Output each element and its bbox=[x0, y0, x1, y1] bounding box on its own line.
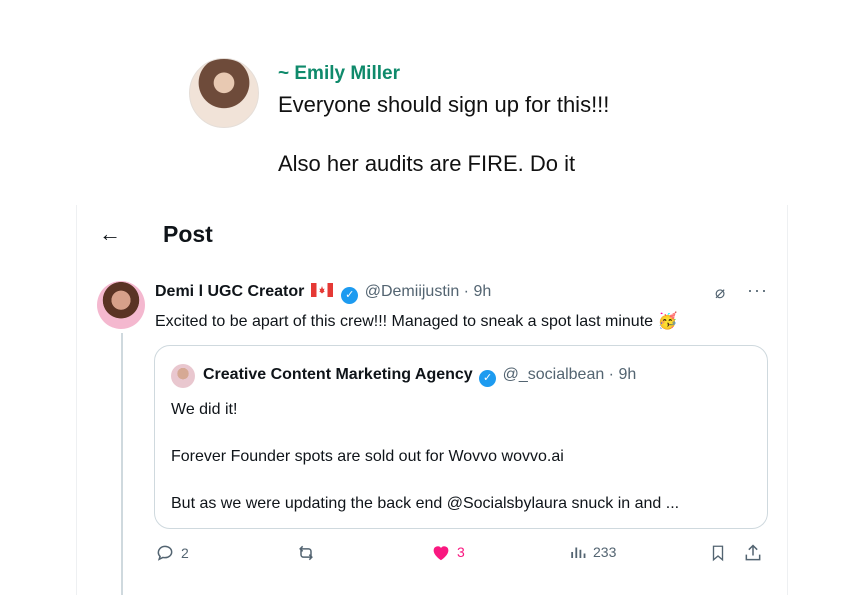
more-icon[interactable]: ··· bbox=[747, 280, 768, 301]
party-emoji-icon: 🥳 bbox=[657, 313, 678, 330]
quoted-tweet-text: We did it! Forever Founder spots are sol… bbox=[171, 398, 761, 515]
views-button[interactable]: 233 bbox=[569, 543, 616, 561]
quoted-author-name: Creative Content Marketing Agency bbox=[203, 366, 473, 383]
tweet-header: Demi l UGC Creator ✓ @Demiijustin · 9h bbox=[155, 283, 491, 304]
repost-icon bbox=[299, 545, 313, 561]
heart-icon bbox=[433, 546, 449, 561]
verified-badge-icon: ✓ bbox=[479, 370, 497, 387]
like-button[interactable]: 3 bbox=[431, 543, 465, 561]
action-bar: 2 3 233 bbox=[155, 543, 767, 567]
quoted-handle-time: @_socialbean · 9h bbox=[502, 366, 637, 383]
handle-time[interactable]: @Demiijustin · 9h bbox=[365, 283, 492, 300]
share-button[interactable] bbox=[743, 543, 763, 563]
share-icon bbox=[745, 544, 761, 561]
author-name[interactable]: Demi l UGC Creator bbox=[155, 283, 304, 300]
message-line: Everyone should sign up for this!!! bbox=[278, 92, 610, 117]
reply-icon bbox=[157, 545, 173, 561]
verified-badge-icon: ✓ bbox=[341, 287, 359, 304]
quoted-line: We did it! bbox=[171, 401, 238, 418]
avatar[interactable] bbox=[189, 58, 259, 128]
thread-line bbox=[121, 333, 123, 595]
quoted-tweet-header: Creative Content Marketing Agency ✓ @_so… bbox=[203, 366, 636, 387]
author-avatar[interactable] bbox=[97, 281, 145, 329]
quoted-line: Forever Founder spots are sold out for W… bbox=[171, 448, 564, 465]
post-card: ← Post Demi l UGC Creator ✓ @Demiijustin… bbox=[76, 205, 788, 595]
tweet-body: Excited to be apart of this crew!!! Mana… bbox=[155, 313, 654, 330]
message-author: ~ Emily Miller bbox=[278, 63, 400, 84]
views-count: 233 bbox=[593, 544, 617, 560]
reply-count: 2 bbox=[181, 545, 189, 561]
quoted-tweet[interactable]: Creative Content Marketing Agency ✓ @_so… bbox=[154, 345, 768, 529]
canada-flag-icon bbox=[310, 283, 333, 297]
message-line: Also her audits are FIRE. Do it bbox=[278, 151, 576, 176]
quoted-author-avatar bbox=[171, 364, 195, 388]
bookmark-button[interactable] bbox=[709, 543, 727, 563]
views-icon bbox=[571, 547, 586, 558]
page-title: Post bbox=[163, 221, 213, 247]
grok-icon[interactable]: ⌀ bbox=[715, 283, 725, 303]
repost-button[interactable] bbox=[295, 543, 317, 563]
bookmark-icon bbox=[712, 545, 724, 562]
quoted-line: But as we were updating the back end @So… bbox=[171, 495, 680, 512]
reply-button[interactable]: 2 bbox=[155, 543, 189, 563]
like-count: 3 bbox=[457, 544, 465, 560]
tweet-text: Excited to be apart of this crew!!! Mana… bbox=[155, 311, 677, 331]
back-arrow-icon[interactable]: ← bbox=[99, 221, 121, 247]
message-text: Everyone should sign up for this!!! Also… bbox=[278, 90, 758, 179]
